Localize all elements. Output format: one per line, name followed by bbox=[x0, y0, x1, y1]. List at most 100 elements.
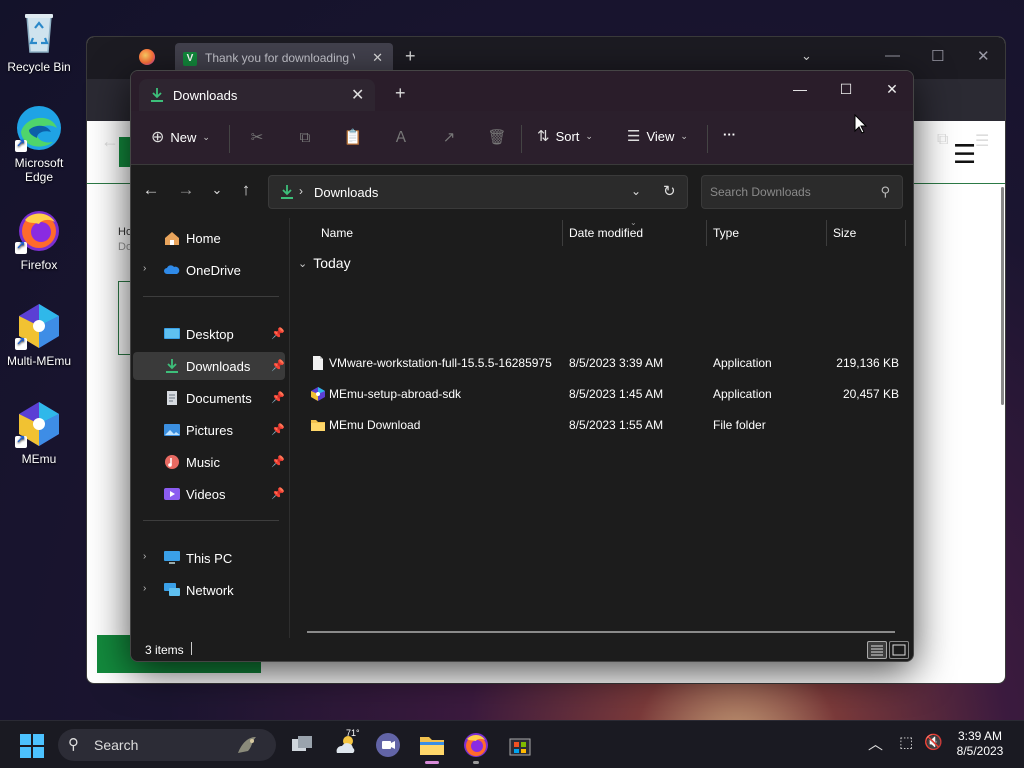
browser-menu-icon[interactable]: ☰ bbox=[975, 131, 989, 151]
column-separator[interactable] bbox=[826, 220, 827, 246]
list-tabs-chevron-icon[interactable]: ⌄ bbox=[801, 48, 812, 64]
file-row[interactable]: MEmu-setup-abroad-sdk 8/5/2023 1:45 AM A… bbox=[290, 379, 913, 410]
breadcrumb-downloads[interactable]: Downloads bbox=[314, 185, 378, 200]
back-icon[interactable]: ← bbox=[139, 180, 163, 200]
column-header-type[interactable]: Type bbox=[713, 226, 739, 240]
forward-icon[interactable]: → bbox=[174, 180, 198, 200]
close-tab-icon[interactable]: ✕ bbox=[372, 50, 383, 66]
pin-icon[interactable]: 📌 bbox=[271, 487, 285, 500]
close-tab-icon[interactable]: ✕ bbox=[351, 85, 364, 105]
nav-item-pictures[interactable]: Pictures 📌 bbox=[133, 416, 285, 444]
teams-chat-icon[interactable] bbox=[374, 731, 402, 759]
nav-item-videos[interactable]: Videos 📌 bbox=[133, 480, 285, 508]
expand-chevron-icon[interactable]: › bbox=[143, 551, 146, 562]
start-button[interactable] bbox=[20, 734, 44, 758]
desktop-icon-firefox[interactable]: Firefox bbox=[1, 206, 77, 272]
pin-icon[interactable]: 📌 bbox=[271, 359, 285, 372]
extensions-icon[interactable]: ⧉ bbox=[937, 131, 948, 149]
recent-locations-chevron-icon[interactable]: ⌄ bbox=[205, 182, 229, 198]
volume-muted-icon[interactable]: 🔇 bbox=[924, 733, 943, 751]
nav-item-network[interactable]: › Network bbox=[133, 576, 285, 604]
network-status-icon[interactable]: ⬚ bbox=[899, 733, 913, 751]
firefox-taskbar-icon[interactable] bbox=[462, 731, 490, 759]
pin-icon[interactable]: 📌 bbox=[271, 327, 285, 340]
nav-item-onedrive[interactable]: › OneDrive bbox=[133, 256, 285, 284]
group-header-today[interactable]: ⌄ Today bbox=[298, 255, 351, 271]
up-icon[interactable]: ↑ bbox=[234, 180, 258, 200]
downloads-icon bbox=[151, 88, 163, 102]
column-header-date[interactable]: Date modified bbox=[569, 226, 643, 240]
search-box[interactable]: ⚲ bbox=[701, 175, 903, 209]
expand-chevron-icon[interactable]: › bbox=[143, 263, 146, 274]
file-name: VMware-workstation-full-15.5.5-16285975 bbox=[329, 356, 552, 370]
pictures-icon bbox=[163, 422, 181, 438]
breadcrumb-chevron-icon[interactable]: › bbox=[299, 184, 303, 198]
browser-back-icon[interactable]: ← bbox=[101, 131, 119, 152]
new-tab-icon[interactable]: + bbox=[405, 46, 416, 67]
share-icon[interactable]: ↗ bbox=[439, 128, 459, 148]
see-more-button[interactable]: ··· bbox=[723, 127, 736, 142]
nav-item-home[interactable]: Home bbox=[133, 224, 285, 252]
microsoft-store-icon[interactable] bbox=[506, 731, 534, 759]
large-icons-view-icon[interactable] bbox=[889, 641, 909, 659]
explorer-tab-downloads[interactable]: Downloads ✕ bbox=[139, 79, 375, 111]
weather-temperature: 71° bbox=[346, 728, 360, 738]
pin-icon[interactable]: 📌 bbox=[271, 455, 285, 468]
nav-item-this-pc[interactable]: › This PC bbox=[133, 544, 285, 572]
desktop-icon-memu[interactable]: MEmu bbox=[1, 400, 77, 466]
rename-icon[interactable]: Ａ bbox=[391, 128, 411, 148]
sort-button[interactable]: ⇅ Sort ⌄ bbox=[537, 127, 593, 145]
collapse-chevron-icon[interactable]: ⌄ bbox=[298, 257, 307, 270]
column-header-name[interactable]: Name bbox=[321, 226, 353, 240]
search-input[interactable] bbox=[710, 183, 870, 201]
paste-icon[interactable]: 📋 bbox=[343, 128, 363, 148]
browser-minimize-icon[interactable]: — bbox=[885, 47, 900, 64]
system-clock[interactable]: 3:39 AM 8/5/2023 bbox=[952, 729, 1008, 759]
column-header-size[interactable]: Size bbox=[833, 226, 856, 240]
pin-icon[interactable]: 📌 bbox=[271, 391, 285, 404]
desktop-icon-multi-memu[interactable]: Multi-MEmu bbox=[1, 302, 77, 368]
nav-item-label: Home bbox=[186, 231, 221, 246]
column-separator[interactable] bbox=[706, 220, 707, 246]
details-view-icon[interactable] bbox=[867, 641, 887, 659]
address-dropdown-icon[interactable]: ⌄ bbox=[631, 184, 641, 198]
file-row[interactable]: VMware-workstation-full-15.5.5-16285975 … bbox=[290, 348, 913, 379]
browser-maximize-icon[interactable]: ☐ bbox=[931, 47, 944, 65]
nav-item-documents[interactable]: Documents 📌 bbox=[133, 384, 285, 412]
file-explorer-taskbar-icon[interactable] bbox=[418, 731, 446, 759]
computer-icon bbox=[163, 550, 181, 566]
cut-icon[interactable]: ✂ bbox=[247, 128, 267, 148]
clock-time: 3:39 AM bbox=[957, 729, 1003, 743]
firefox-view-icon[interactable] bbox=[139, 49, 155, 65]
nav-item-downloads[interactable]: Downloads 📌 bbox=[133, 352, 285, 380]
refresh-icon[interactable]: ↻ bbox=[663, 182, 676, 200]
file-icon bbox=[310, 355, 326, 371]
show-hidden-icons-chevron-icon[interactable]: ︿ bbox=[868, 733, 883, 754]
desktop-icon-recycle-bin[interactable]: Recycle Bin bbox=[1, 8, 77, 74]
horizontal-scrollbar[interactable] bbox=[307, 631, 895, 633]
new-tab-icon[interactable]: + bbox=[395, 84, 406, 102]
close-window-icon[interactable]: ✕ bbox=[877, 77, 907, 101]
new-button[interactable]: ⊕ New ⌄ bbox=[151, 127, 210, 147]
page-scrollbar[interactable] bbox=[1001, 187, 1004, 405]
column-separator[interactable] bbox=[905, 220, 906, 246]
page-menu-icon[interactable]: ☰ bbox=[953, 139, 976, 170]
delete-icon[interactable]: 🗑 bbox=[487, 128, 507, 148]
copy-icon[interactable]: ⧉ bbox=[295, 128, 315, 148]
maximize-icon[interactable]: ☐ bbox=[831, 77, 861, 101]
desktop-icon-edge[interactable]: Microsoft Edge bbox=[1, 104, 77, 184]
column-separator[interactable] bbox=[562, 220, 563, 246]
nav-item-music[interactable]: Music 📌 bbox=[133, 448, 285, 476]
browser-close-icon[interactable]: ✕ bbox=[977, 47, 990, 65]
file-row[interactable]: MEmu Download 8/5/2023 1:55 AM File fold… bbox=[290, 410, 913, 441]
pin-icon[interactable]: 📌 bbox=[271, 423, 285, 436]
address-bar[interactable]: › Downloads ⌄ ↻ bbox=[268, 175, 688, 209]
taskbar-search-box[interactable]: ⚲ Search bbox=[58, 729, 276, 761]
task-view-icon[interactable] bbox=[288, 731, 316, 759]
nav-item-desktop[interactable]: Desktop 📌 bbox=[133, 320, 285, 348]
expand-chevron-icon[interactable]: › bbox=[143, 583, 146, 594]
chevron-down-icon: ⌄ bbox=[202, 131, 210, 142]
view-button[interactable]: ☰ View ⌄ bbox=[627, 127, 688, 145]
home-icon bbox=[163, 230, 181, 246]
minimize-icon[interactable]: — bbox=[785, 77, 815, 101]
